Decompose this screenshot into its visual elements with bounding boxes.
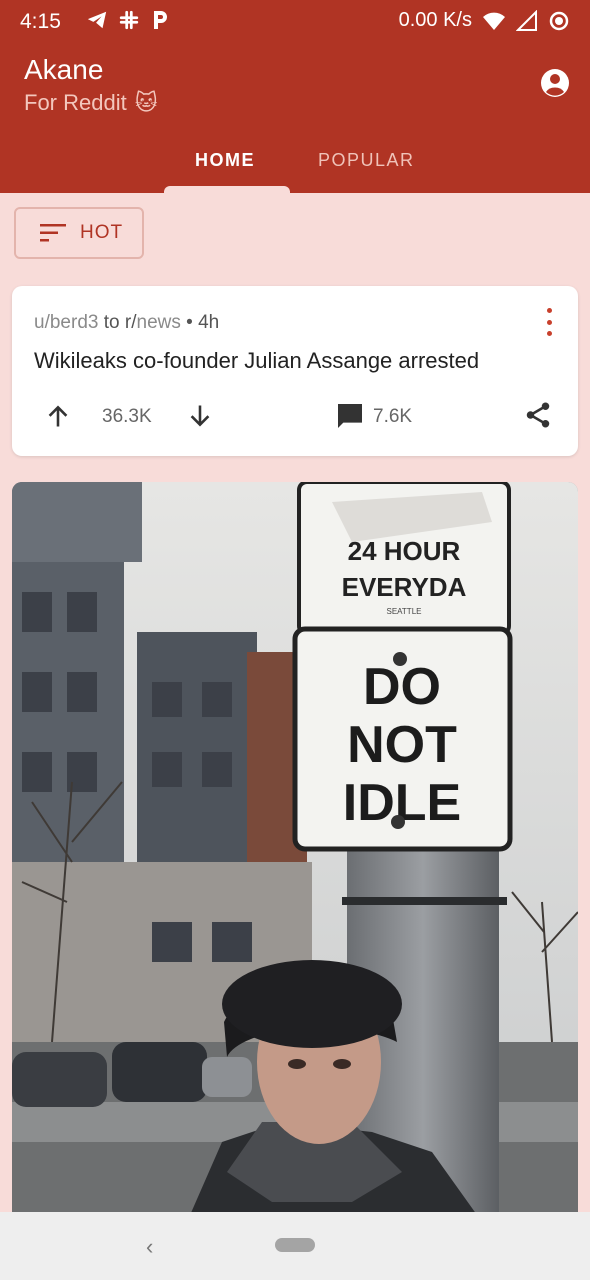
- sort-label: HOT: [80, 222, 124, 243]
- author-prefix: u/: [34, 312, 50, 333]
- status-time: 4:15: [20, 10, 61, 33]
- sign-top-line2: EVERYDA: [342, 572, 467, 602]
- post-title[interactable]: Wikileaks co-founder Julian Assange arre…: [34, 348, 479, 374]
- app-subtitle-text: For Reddit: [24, 90, 127, 115]
- author-link[interactable]: berd3: [50, 312, 99, 333]
- share-icon[interactable]: [523, 400, 553, 430]
- post-meta: u/berd3 to r/news • 4h: [34, 312, 219, 334]
- telegram-icon: [87, 11, 107, 29]
- post-menu-icon[interactable]: [542, 308, 556, 336]
- to-label: to: [103, 312, 120, 333]
- notification-icons: [86, 9, 170, 31]
- p-icon: [154, 11, 167, 29]
- post-image[interactable]: 24 HOUR EVERYDA SEATTLE DO NOT IDLE: [12, 482, 578, 1222]
- app-bar: Akane For Reddit 🐱 HOME POPULAR: [0, 44, 590, 193]
- sign-bottom-line2: NOT: [347, 716, 457, 774]
- cat-emoji-icon: 🐱: [134, 90, 158, 115]
- system-nav-bar: ‹: [0, 1212, 590, 1280]
- system-icons: 0.00 K/s: [399, 9, 570, 32]
- tab-bar: HOME POPULAR: [0, 140, 590, 193]
- upvote-icon[interactable]: [44, 402, 72, 430]
- subreddit-prefix: r/: [124, 312, 137, 333]
- image-post-card[interactable]: 24 HOUR EVERYDA SEATTLE DO NOT IDLE: [12, 482, 578, 1222]
- app-title: Akane: [24, 54, 104, 85]
- account-icon[interactable]: [540, 68, 570, 98]
- sign-bottom-line1: DO: [363, 658, 441, 716]
- slack-icon: [119, 10, 139, 30]
- back-icon[interactable]: ‹: [146, 1234, 153, 1260]
- sign-top-line1: 24 HOUR: [348, 536, 461, 566]
- subreddit-link[interactable]: news: [137, 312, 181, 333]
- record-icon: [549, 11, 569, 30]
- signal-icon: [516, 9, 537, 31]
- tab-home[interactable]: HOME: [195, 150, 255, 171]
- downvote-icon[interactable]: [186, 402, 214, 430]
- wifi-icon: [483, 12, 505, 30]
- comments-count[interactable]: 7.6K: [373, 406, 412, 428]
- post-actions: 36.3K 7.6K: [12, 396, 578, 436]
- sort-icon: [40, 224, 66, 242]
- home-pill-button[interactable]: [275, 1238, 315, 1252]
- sign-top-small: SEATTLE: [387, 607, 422, 616]
- post-score: 36.3K: [102, 406, 152, 427]
- comments-icon[interactable]: [334, 400, 366, 432]
- status-bar: 4:15 0.00 K/s: [0, 0, 590, 44]
- post-card[interactable]: u/berd3 to r/news • 4h Wikileaks co-foun…: [12, 286, 578, 456]
- tab-indicator: [164, 186, 290, 193]
- tab-popular[interactable]: POPULAR: [318, 150, 415, 171]
- sort-button[interactable]: HOT: [14, 207, 144, 259]
- network-speed: 0.00 K/s: [398, 9, 472, 31]
- app-subtitle: For Reddit 🐱: [24, 90, 158, 116]
- post-age: • 4h: [186, 312, 220, 333]
